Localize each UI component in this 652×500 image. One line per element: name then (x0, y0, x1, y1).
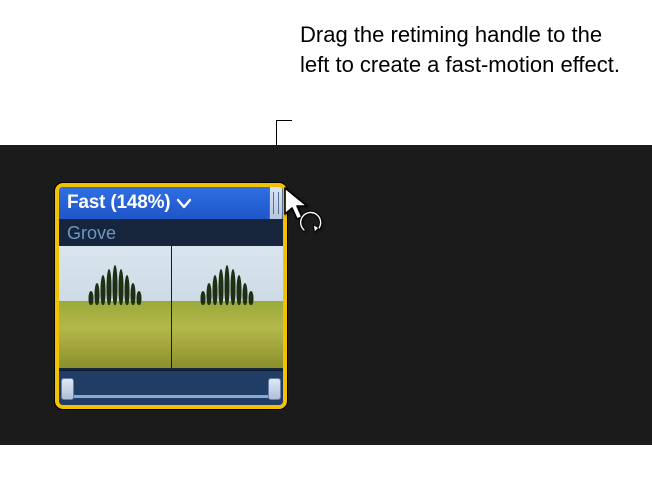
chevron-down-icon[interactable] (176, 195, 192, 211)
audio-fade-handle-left[interactable] (61, 378, 74, 400)
callout-text: Drag the retiming handle to the left to … (300, 20, 620, 80)
clip-filmstrip (59, 246, 283, 368)
clip-name-row: Grove (59, 220, 283, 246)
audio-fade-handle-right[interactable] (268, 378, 281, 400)
documentation-figure: Drag the retiming handle to the left to … (0, 0, 652, 500)
retime-speed-label: Fast (148%) (67, 192, 170, 214)
clip-name-label: Grove (67, 223, 116, 244)
filmstrip-frame (59, 246, 171, 368)
retime-bar[interactable]: Fast (148%) (59, 187, 283, 220)
clip-audio-lane[interactable] (59, 370, 283, 405)
filmstrip-frame (171, 246, 284, 368)
retiming-handle[interactable] (269, 187, 283, 219)
timeline-clip[interactable]: Fast (148%) Grove (55, 183, 287, 409)
audio-waveform (65, 395, 277, 398)
